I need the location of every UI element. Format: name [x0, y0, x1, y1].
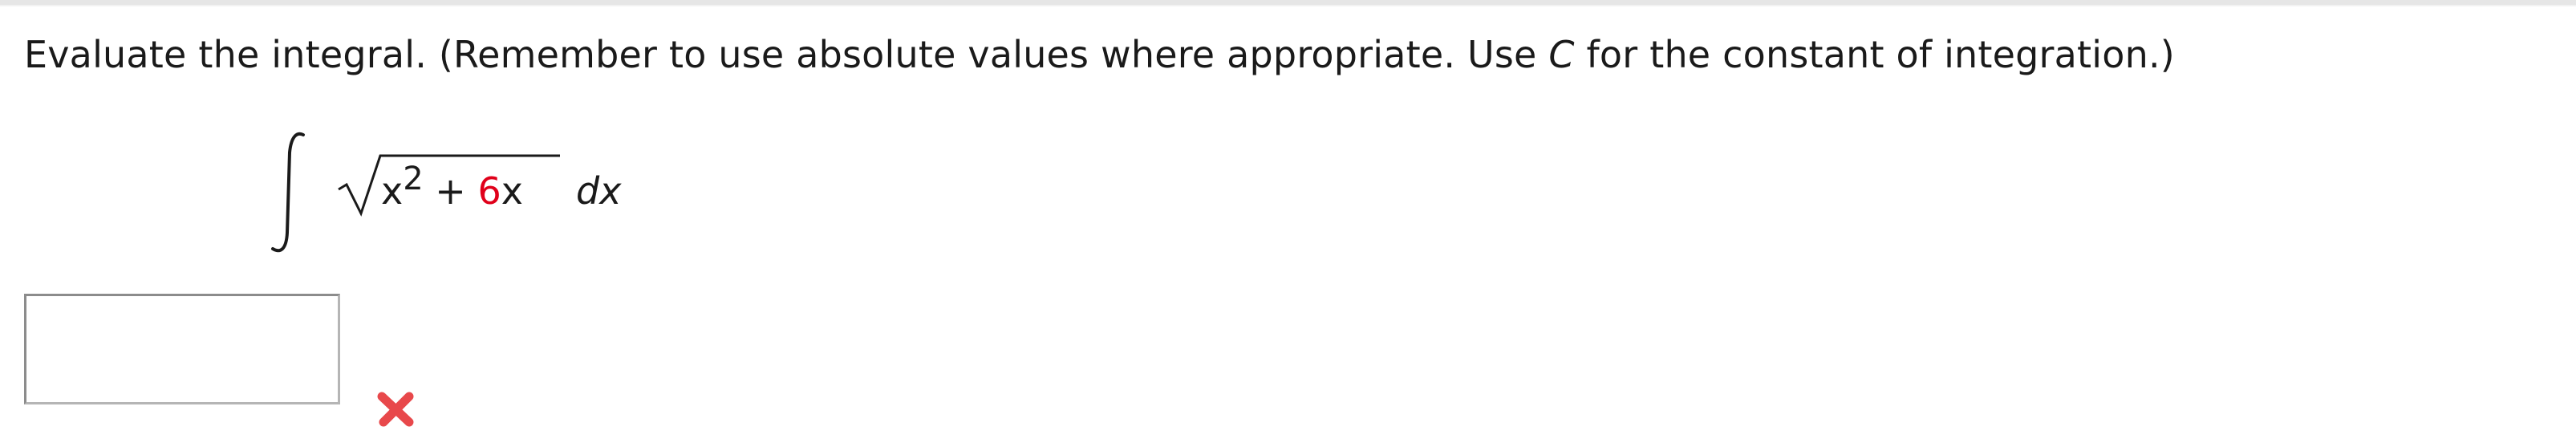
- answer-input[interactable]: [24, 294, 340, 404]
- question-prompt: Evaluate the integral. (Remember to use …: [24, 29, 2175, 80]
- prompt-text-start: Evaluate the integral. (Remember to use …: [24, 33, 1549, 76]
- x-mark-icon: [377, 392, 414, 427]
- radicand-operator: +: [423, 169, 478, 213]
- radicand-linear-variable: x: [501, 169, 523, 213]
- radicand-variable: x: [381, 169, 404, 213]
- radicand-coefficient: 6: [477, 169, 501, 213]
- integral-sign-icon: [271, 132, 305, 253]
- radicand-exponent: 2: [403, 161, 424, 197]
- radicand-expression: x2 + 6x: [381, 161, 523, 216]
- prompt-text-end: for the constant of integration.): [1574, 33, 2175, 76]
- constant-symbol: C: [1548, 33, 1575, 76]
- differential: dx: [576, 169, 622, 213]
- top-divider-shadow: [0, 5, 2576, 6]
